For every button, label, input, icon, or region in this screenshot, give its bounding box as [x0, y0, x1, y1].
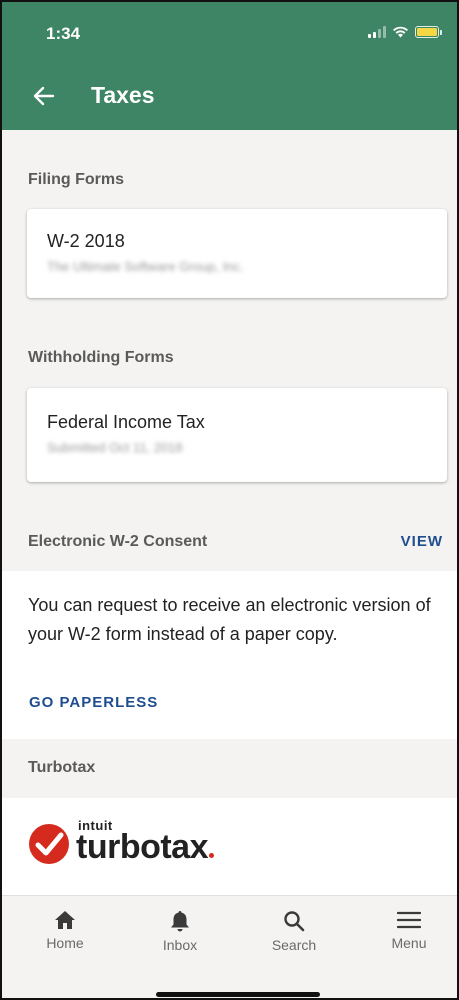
nav-inbox[interactable]: Inbox: [135, 910, 225, 953]
turbotax-section-label: Turbotax: [28, 759, 96, 776]
home-indicator[interactable]: [156, 992, 320, 997]
turbotax-checkmark-icon: [29, 823, 69, 864]
w2-card-title: W-2 2018: [47, 231, 125, 251]
turbotax-dot: [209, 853, 214, 858]
cellular-signal-icon: [368, 26, 386, 38]
status-icons: [368, 26, 442, 38]
menu-icon: [397, 911, 421, 929]
view-consent-button[interactable]: VIEW: [401, 533, 443, 550]
nav-home[interactable]: Home: [20, 910, 110, 951]
battery-icon: [415, 26, 442, 38]
app-header: 1:34 Taxes: [2, 2, 457, 130]
bell-icon: [171, 911, 189, 932]
bottom-navigation: Home Inbox Search Menu: [2, 895, 457, 998]
federal-income-tax-card[interactable]: Federal Income Tax Submitted Oct 11, 201…: [27, 388, 447, 482]
arrow-left-icon: [33, 86, 55, 106]
withholding-forms-label: Withholding Forms: [28, 349, 174, 366]
go-paperless-button[interactable]: GO PAPERLESS: [29, 694, 158, 711]
consent-description: You can request to receive an electronic…: [28, 595, 431, 644]
nav-search-label: Search: [271, 937, 317, 953]
nav-menu[interactable]: Menu: [364, 910, 454, 951]
title-bar: Taxes: [2, 72, 457, 122]
search-icon: [284, 911, 305, 932]
nav-search[interactable]: Search: [249, 910, 339, 953]
turbotax-wordmark-text: turbotax: [76, 828, 209, 866]
consent-section-label: Electronic W-2 Consent: [28, 533, 208, 550]
home-icon: [55, 911, 75, 929]
page-title: Taxes: [91, 82, 155, 108]
wifi-icon: [393, 26, 408, 38]
federal-income-tax-status: Submitted Oct 11, 2018: [47, 440, 183, 455]
w2-card[interactable]: W-2 2018 The Ultimate Software Group, In…: [27, 209, 447, 298]
turbotax-logo[interactable]: intuit turbotax: [28, 818, 214, 867]
status-bar: 1:34: [2, 2, 457, 60]
nav-menu-label: Menu: [391, 935, 427, 951]
federal-income-tax-title: Federal Income Tax: [47, 412, 205, 432]
turbotax-wordmark: intuit turbotax: [76, 818, 214, 867]
back-button[interactable]: [32, 84, 56, 108]
consent-panel: You can request to receive an electronic…: [2, 571, 457, 739]
nav-inbox-label: Inbox: [162, 937, 198, 953]
phone-screen: 1:34 Taxes Filing Forms W-2 2018 The Ult…: [0, 0, 459, 1000]
w2-card-employer: The Ultimate Software Group, Inc.: [47, 259, 244, 274]
intuit-wordmark: intuit: [78, 818, 113, 833]
status-time: 1:34: [46, 24, 81, 43]
nav-home-label: Home: [46, 935, 84, 951]
filing-forms-label: Filing Forms: [28, 171, 124, 188]
